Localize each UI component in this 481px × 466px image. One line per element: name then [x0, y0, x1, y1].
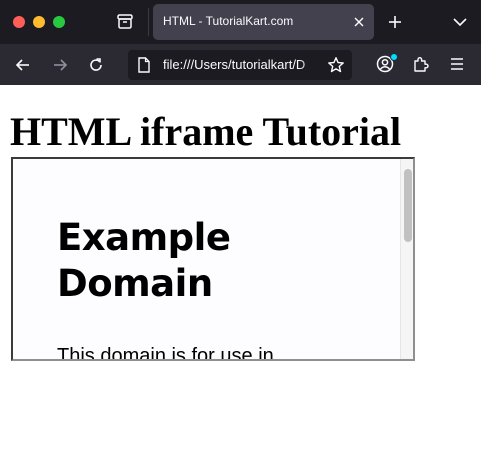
arrow-left-icon[interactable]	[14, 56, 32, 74]
tab-overview-icon[interactable]	[116, 12, 134, 30]
page-title: HTML iframe Tutorial	[10, 109, 402, 154]
navigation-toolbar: file:///Users/tutorialkart/D	[0, 44, 481, 85]
tab-active[interactable]: HTML - TutorialKart.com	[153, 4, 374, 40]
plus-icon[interactable]	[387, 14, 403, 30]
embedded-iframe[interactable]: Example Domain This domain is for use in	[11, 157, 415, 361]
minimize-window-icon[interactable]	[33, 16, 45, 28]
page-icon	[138, 57, 150, 73]
tab-title: HTML - TutorialKart.com	[163, 14, 294, 28]
zoom-window-icon[interactable]	[53, 16, 65, 28]
reload-icon[interactable]	[87, 56, 105, 74]
hamburger-menu-icon[interactable]	[449, 57, 465, 71]
tab-separator	[148, 8, 149, 36]
chevron-down-icon[interactable]	[452, 15, 468, 29]
close-window-icon[interactable]	[13, 16, 25, 28]
star-icon[interactable]	[327, 56, 345, 74]
close-icon[interactable]	[352, 15, 366, 29]
account-badge	[390, 53, 398, 61]
address-bar[interactable]: file:///Users/tutorialkart/D	[128, 50, 352, 80]
arrow-right-icon[interactable]	[51, 56, 69, 74]
iframe-scrollbar[interactable]	[400, 159, 413, 359]
url-fade	[298, 50, 328, 80]
puzzle-icon[interactable]	[412, 55, 430, 73]
scrollbar-thumb[interactable]	[404, 169, 412, 242]
tab-bar: HTML - TutorialKart.com	[0, 0, 481, 44]
iframe-paragraph: This domain is for use in	[57, 345, 274, 359]
iframe-document: Example Domain This domain is for use in	[13, 159, 400, 359]
iframe-heading: Example Domain	[57, 216, 231, 305]
